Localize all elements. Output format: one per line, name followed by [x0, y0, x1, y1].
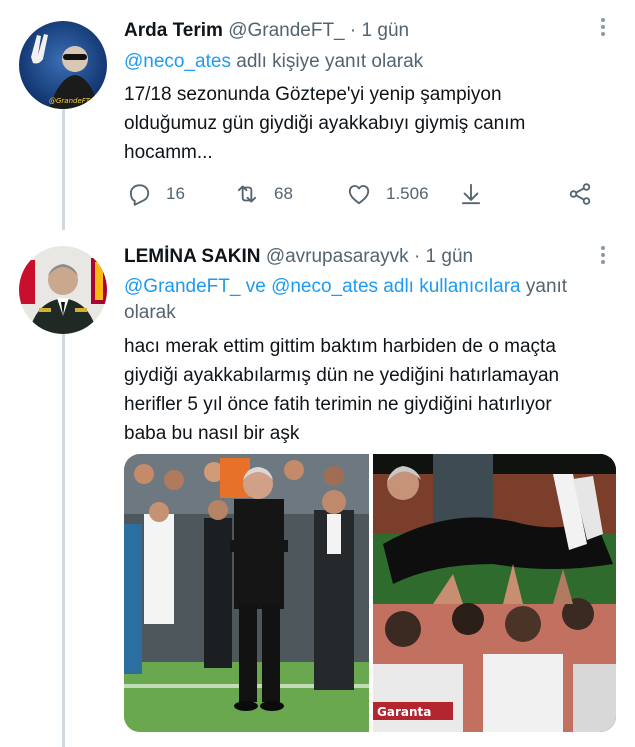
separator: · [413, 246, 421, 267]
like-button[interactable]: 1.506 [346, 178, 429, 210]
reply-context: @GrandeFT_ ve @neco_ates adlı kullanıcıl… [124, 274, 567, 326]
timestamp[interactable]: 1 gün [426, 246, 474, 267]
tweet-text-line: hocamm... [124, 142, 213, 163]
timestamp[interactable]: 1 gün [362, 20, 410, 41]
reply-context-text: adlı kişiye yanıt olarak [236, 51, 424, 72]
more-dots-icon[interactable] [596, 244, 610, 266]
tweet-text-line: giydiği ayakkabılarmış dün ne yediğini h… [124, 365, 560, 386]
reply-context: @neco_ates adlı kişiye yanıt olarak [124, 49, 423, 75]
separator: · [349, 20, 357, 41]
mention-link[interactable]: @GrandeFT_ ve @neco_ates adlı kullanıcıl… [124, 276, 521, 297]
tweet-text-line: olduğumuz gün giydiği ayakkabıyı giymiş … [124, 113, 526, 134]
display-name[interactable]: LEMİNA SAKIN [124, 246, 261, 267]
user-handle[interactable]: @avrupasarayvk [266, 246, 409, 267]
photo-coach-sideline[interactable] [124, 454, 369, 732]
user-handle[interactable]: @GrandeFT_ [228, 20, 344, 41]
retweet-icon [237, 185, 257, 203]
tweet-text-line: 17/18 sezonunda Göztepe'yi yenip şampiyo… [124, 84, 502, 105]
reply-count: 16 [166, 184, 185, 203]
tweet-text-line: baba bu nasıl bir aşk [124, 423, 300, 444]
download-icon [461, 183, 481, 205]
tweet-actions: 16 68 1.506 [124, 178, 604, 210]
like-count: 1.506 [386, 184, 429, 203]
photo-coach-celebration[interactable]: Garanta [373, 454, 616, 732]
retweet-button[interactable]: 68 [234, 178, 293, 210]
tweet-text: 17/18 sezonunda Göztepe'yi yenip şampiyo… [124, 80, 604, 167]
jersey-sponsor-text: Garanta [377, 705, 431, 719]
reply-icon [129, 184, 150, 206]
more-dots-icon[interactable] [596, 16, 610, 38]
reply-button[interactable]: 16 [126, 178, 185, 210]
mention-link[interactable]: @neco_ates [124, 51, 231, 72]
download-button[interactable] [458, 178, 484, 210]
share-icon [569, 183, 591, 205]
reply-context-text: olarak [124, 302, 176, 323]
tweet-header: Arda Terim @GrandeFT_ · 1 gün [124, 20, 409, 42]
media-grid: Garanta [124, 454, 616, 732]
share-button[interactable] [567, 178, 593, 210]
tweet-text: hacı merak ettim gittim baktım harbiden … [124, 332, 604, 448]
tweet: @GrandeFT Arda Terim @GrandeFT_ · 1 gün … [0, 0, 635, 232]
svg-text:@GrandeFT: @GrandeFT [49, 97, 91, 105]
display-name[interactable]: Arda Terim [124, 20, 223, 41]
tweet-header: LEMİNA SAKIN @avrupasarayvk · 1 gün [124, 246, 473, 268]
reply-context-text: yanıt [525, 276, 568, 297]
avatar[interactable]: @GrandeFT [19, 21, 107, 109]
retweet-count: 68 [274, 184, 293, 203]
heart-icon [348, 185, 370, 205]
avatar[interactable] [19, 246, 107, 334]
tweet-text-line: herifler 5 yıl önce fatih terimin ne giy… [124, 394, 552, 415]
tweet-text-line: hacı merak ettim gittim baktım harbiden … [124, 336, 556, 357]
